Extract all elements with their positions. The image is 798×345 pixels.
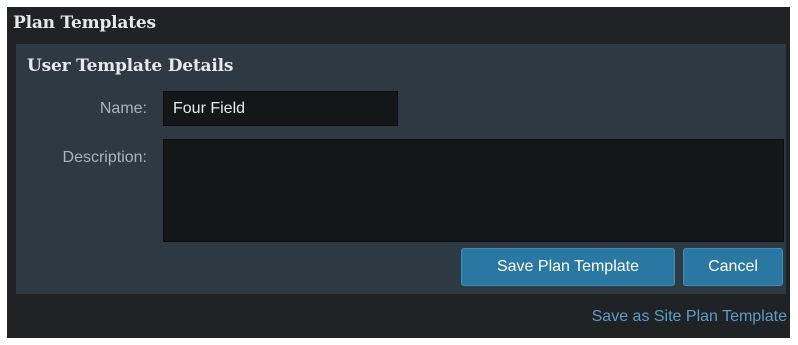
description-textarea[interactable] [163, 139, 784, 242]
save-as-site-plan-template-link[interactable]: Save as Site Plan Template [592, 304, 787, 330]
save-plan-template-button[interactable]: Save Plan Template [461, 248, 675, 286]
user-template-details-panel: User Template Details Name: Four Field D… [16, 44, 786, 294]
description-label: Description: [62, 149, 147, 166]
name-input[interactable]: Four Field [163, 91, 398, 126]
panel-title: User Template Details [27, 56, 234, 76]
dialog-title: Plan Templates [13, 13, 156, 33]
cancel-button[interactable]: Cancel [683, 248, 783, 286]
name-label: Name: [99, 100, 147, 117]
plan-templates-dialog: Plan Templates User Template Details Nam… [7, 7, 790, 338]
